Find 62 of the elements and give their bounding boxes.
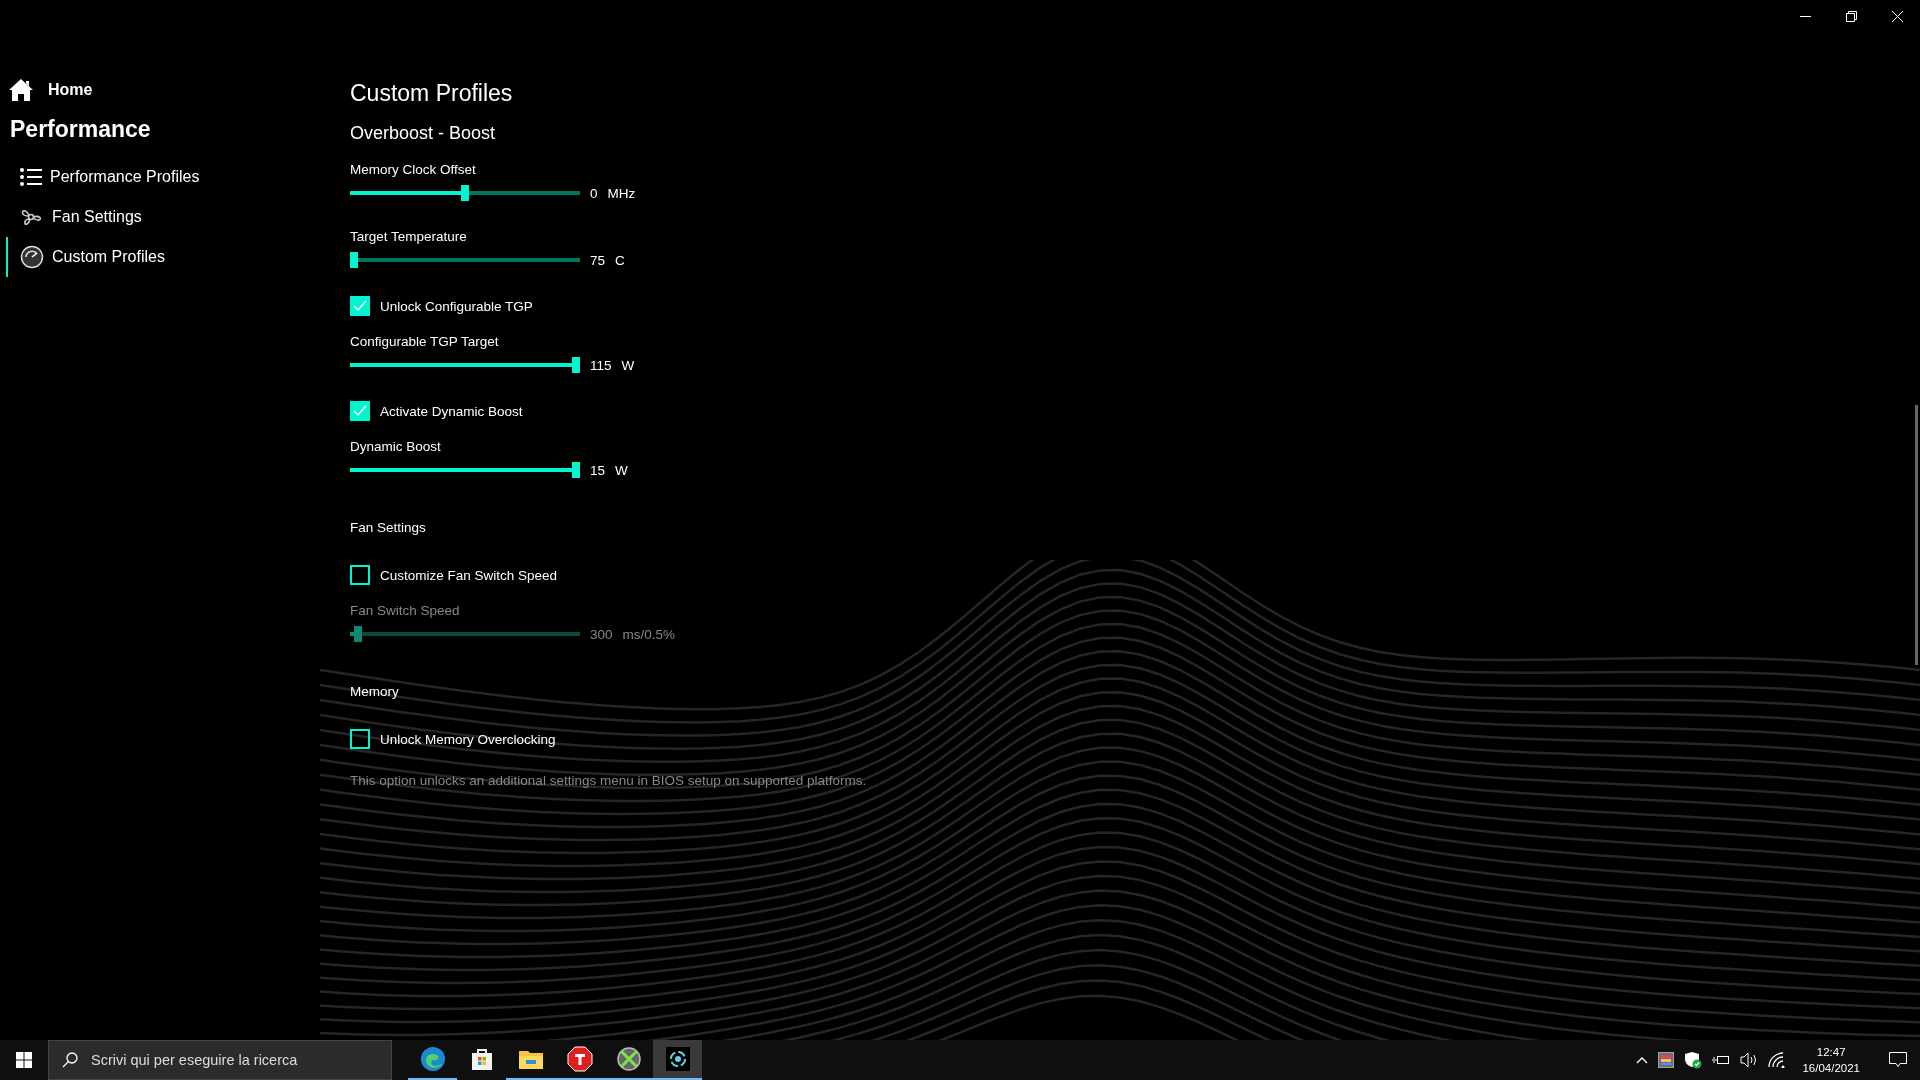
- gauge-icon: [20, 245, 44, 269]
- shopping-bag-icon: [469, 1047, 494, 1071]
- wave-logo-icon: [419, 1046, 446, 1072]
- slider[interactable]: [350, 252, 580, 268]
- volume-icon[interactable]: [1740, 1052, 1759, 1068]
- slider[interactable]: [350, 357, 580, 373]
- slider[interactable]: [350, 185, 580, 201]
- wifi-icon[interactable]: [1768, 1052, 1787, 1068]
- sidebar-item[interactable]: Fan Settings: [6, 197, 330, 237]
- unit-label: W: [615, 462, 628, 478]
- clock-time[interactable]: 12:47: [1816, 1044, 1846, 1060]
- search-field[interactable]: Scrivi qui per eseguire la ricerca: [48, 1040, 392, 1080]
- profile-subtitle: Overboost - Boost: [350, 123, 497, 144]
- slider-label: Memory Clock Offset: [350, 162, 477, 177]
- scrollbar-thumb[interactable]: [1915, 405, 1918, 665]
- ring-icon: [665, 1047, 690, 1071]
- close-icon: [1891, 10, 1903, 22]
- clock-date[interactable]: 16/04/2021: [1802, 1060, 1860, 1076]
- folder-icon: [517, 1048, 544, 1070]
- slider-value: 15: [590, 462, 606, 478]
- sidebar-item[interactable]: Custom Profiles: [6, 237, 330, 277]
- slider-value: 75: [590, 252, 606, 268]
- checkbox-label: Activate Dynamic Boost: [380, 403, 523, 419]
- list-icon: [20, 168, 42, 186]
- unit-label: MHz: [607, 185, 636, 201]
- help-text: This option unlocks an additional settings menu in BIOS setup on supported platforms.: [350, 773, 868, 788]
- battery-plug-icon[interactable]: [1712, 1054, 1731, 1066]
- slider[interactable]: [350, 462, 580, 478]
- checkbox-label: Customize Fan Switch Speed: [380, 567, 558, 583]
- color-grid-icon[interactable]: [1658, 1052, 1675, 1068]
- restore-icon: [1845, 10, 1857, 22]
- checkbox[interactable]: [350, 729, 370, 749]
- section-title: Performance: [10, 116, 152, 143]
- checkbox-label: Unlock Configurable TGP: [380, 298, 533, 314]
- unit-label: C: [615, 252, 625, 268]
- start-icon: [16, 1052, 32, 1068]
- unit-label: ms/0.5%: [622, 626, 676, 642]
- slider-value: 300: [590, 626, 613, 642]
- chevron-up-icon[interactable]: [1636, 1056, 1649, 1064]
- sidebar-item[interactable]: Performance Profiles: [6, 157, 330, 197]
- home-icon[interactable]: [8, 78, 34, 102]
- slider-label: Dynamic Boost: [350, 439, 442, 454]
- octagon-icon: [566, 1046, 593, 1072]
- home-link[interactable]: Home: [48, 81, 93, 99]
- checkbox[interactable]: [350, 296, 370, 316]
- section-heading: Fan Settings: [350, 520, 427, 535]
- unit-label: W: [621, 357, 635, 373]
- page-title: Custom Profiles: [350, 80, 514, 107]
- slider-label: Fan Switch Speed: [350, 603, 461, 618]
- slider-value: 115: [590, 357, 612, 373]
- checkbox[interactable]: [350, 401, 370, 421]
- checkbox[interactable]: [350, 565, 370, 585]
- slider-value: 0: [590, 185, 598, 201]
- checkbox-label: Unlock Memory Overclocking: [380, 731, 556, 747]
- shield-icon[interactable]: [1684, 1051, 1703, 1069]
- slider-label: Configurable TGP Target: [350, 334, 500, 349]
- notification-icon[interactable]: [1889, 1052, 1907, 1068]
- taskbar-app-button[interactable]: [653, 1040, 702, 1080]
- section-heading: Memory: [350, 684, 400, 699]
- slider-label: Target Temperature: [350, 229, 468, 244]
- search-icon: [62, 1052, 78, 1068]
- sphere-icon: [615, 1046, 642, 1072]
